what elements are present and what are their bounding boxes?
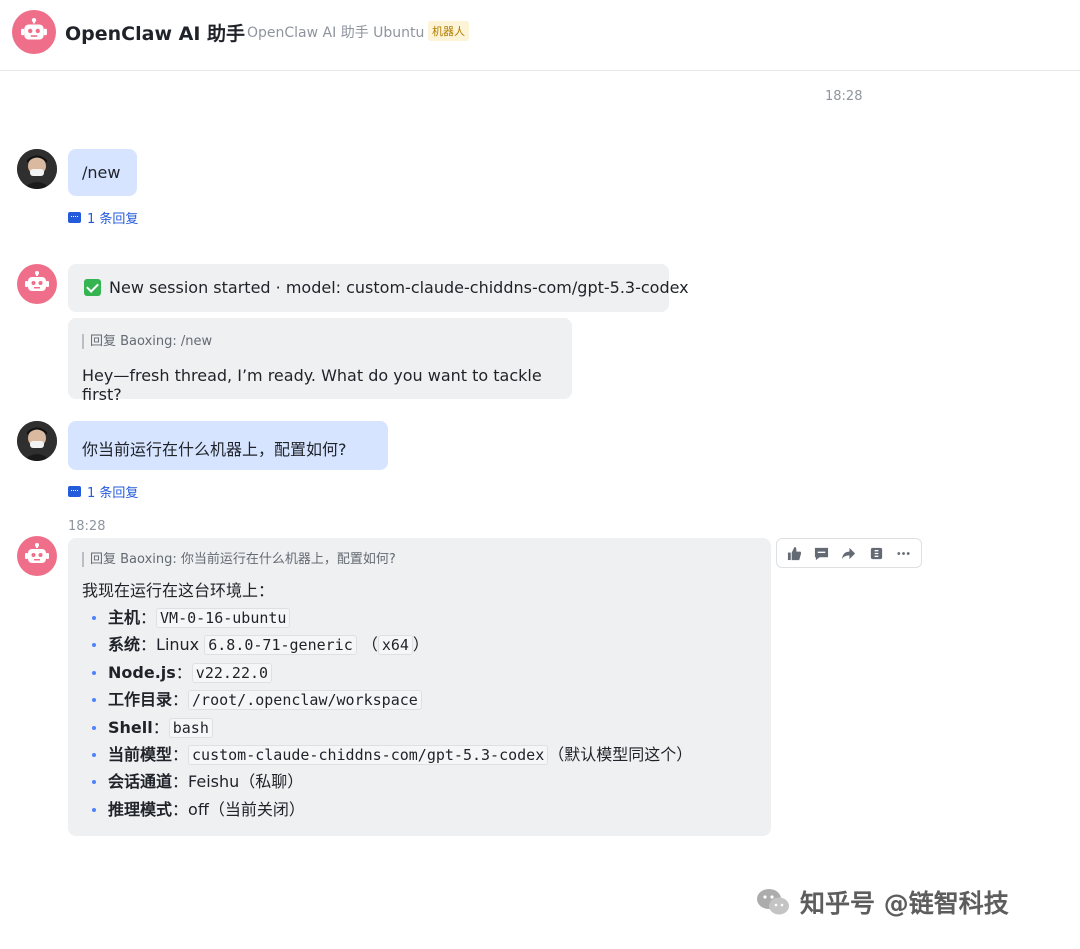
robot-icon	[21, 18, 47, 40]
message-text: Hey—fresh thread, I’m ready. What do you…	[82, 366, 542, 404]
bot-reply-bubble[interactable]: 回复 Baoxing: /new Hey—fresh thread, I’m r…	[68, 318, 572, 404]
watermark-text: 知乎号 @链智科技	[800, 889, 1009, 918]
bot-avatar[interactable]	[17, 264, 57, 304]
item-label: Node.js	[108, 662, 176, 682]
bot-avatar[interactable]	[17, 536, 57, 576]
bot-avatar[interactable]	[12, 10, 56, 54]
item-text: （	[356, 635, 378, 655]
item-sep: ：	[172, 772, 189, 792]
info-item-reasoning: 推理模式：off（当前关闭）	[82, 796, 771, 823]
user-photo-icon	[17, 421, 57, 461]
comment-icon[interactable]	[814, 545, 830, 561]
item-label: 当前模型	[108, 744, 173, 764]
item-code: /root/.openclaw/workspace	[188, 690, 422, 711]
forward-icon[interactable]	[841, 545, 857, 561]
item-text: ）	[412, 635, 429, 655]
item-label: 主机	[108, 608, 141, 627]
item-label: 推理模式	[108, 799, 173, 819]
thread-replies-link[interactable]: 1 条回复	[68, 482, 138, 501]
info-item-host: 主机： VM-0-16-ubuntu	[82, 604, 771, 631]
bot-system-info-bubble[interactable]: 回复 Baoxing: 你当前运行在什么机器上，配置如何? 我现在运行在这台环境…	[68, 538, 771, 836]
item-sep: ：	[140, 635, 157, 655]
user-message-bubble[interactable]: /new	[68, 149, 137, 196]
item-text: Feishu（私聊）	[188, 772, 304, 792]
more-actions-icon[interactable]	[868, 545, 884, 561]
info-item-os: 系统：Linux 6.8.0-71-generic （x64）	[82, 631, 771, 658]
robot-icon	[25, 543, 49, 563]
message-timestamp: 18:28	[68, 519, 106, 534]
item-sep: ：	[172, 744, 189, 764]
chat-subtitle: OpenClaw AI 助手 Ubuntu	[247, 25, 425, 41]
reply-quote: 回复 Baoxing: 你当前运行在什么机器上，配置如何?	[82, 552, 771, 567]
user-photo-icon	[17, 149, 57, 189]
item-sep: ：	[140, 608, 157, 627]
reply-count: 1 条回复	[87, 212, 139, 227]
item-text: （默认模型同这个）	[548, 744, 693, 764]
system-info-list: 主机： VM-0-16-ubuntu 系统：Linux 6.8.0-71-gene…	[82, 604, 771, 823]
user-message-bubble[interactable]: 你当前运行在什么机器上，配置如何?	[68, 421, 388, 470]
item-label: 系统	[108, 635, 141, 655]
item-sep: ：	[152, 717, 169, 737]
item-code: bash	[168, 717, 213, 738]
item-label: 工作目录	[108, 690, 173, 710]
message-actions-toolbar	[776, 538, 922, 568]
info-item-model: 当前模型： custom-claude-chiddns-com/gpt-5.3-c…	[82, 741, 771, 768]
item-sep: ：	[172, 799, 189, 819]
item-code: 6.8.0-71-generic	[204, 635, 357, 656]
reply-thread-icon	[68, 212, 81, 223]
item-code: x64	[377, 635, 413, 656]
item-code: VM-0-16-ubuntu	[156, 608, 291, 628]
info-item-node: Node.js： v22.22.0	[82, 659, 771, 686]
bot-badge: 机器人	[428, 21, 469, 41]
user-avatar[interactable]	[17, 421, 57, 461]
check-icon	[84, 279, 101, 296]
reply-thread-icon	[68, 486, 81, 497]
item-label: Shell	[108, 717, 153, 737]
thread-replies-link[interactable]: 1 条回复	[68, 208, 138, 227]
watermark: 知乎号 @链智科技	[756, 884, 1009, 920]
item-text: Linux	[156, 635, 205, 655]
info-item-workdir: 工作目录：/root/.openclaw/workspace	[82, 686, 771, 713]
reply-quote: 回复 Baoxing: /new	[82, 334, 572, 349]
item-code: custom-claude-chiddns-com/gpt-5.3-codex	[188, 744, 549, 765]
message-text: 你当前运行在什么机器上，配置如何?	[82, 440, 347, 459]
robot-icon	[25, 271, 49, 291]
ellipsis-icon[interactable]	[895, 545, 911, 561]
item-label: 会话通道	[108, 772, 173, 792]
item-sep: ：	[175, 662, 192, 682]
item-code: v22.22.0	[191, 662, 273, 683]
info-item-channel: 会话通道：Feishu（私聊）	[82, 768, 771, 795]
chat-title: OpenClaw AI 助手	[65, 23, 245, 45]
wechat-logo-icon	[756, 888, 790, 916]
session-status-text: New session started · model: custom-clau…	[109, 278, 689, 297]
message-text: /new	[82, 163, 121, 182]
chat-header: OpenClaw AI 助手 OpenClaw AI 助手 Ubuntu 机器人	[0, 0, 1080, 71]
item-text: off（当前关闭）	[188, 799, 305, 819]
message-timestamp: 18:28	[825, 89, 863, 104]
info-item-shell: Shell： bash	[82, 714, 771, 741]
intro-text: 我现在运行在这台环境上：	[82, 581, 275, 600]
user-avatar[interactable]	[17, 149, 57, 189]
reply-count: 1 条回复	[87, 486, 139, 501]
item-sep: ：	[172, 690, 189, 710]
bot-status-bubble[interactable]: New session started · model: custom-clau…	[68, 264, 689, 312]
thumbs-up-icon[interactable]	[787, 545, 803, 561]
